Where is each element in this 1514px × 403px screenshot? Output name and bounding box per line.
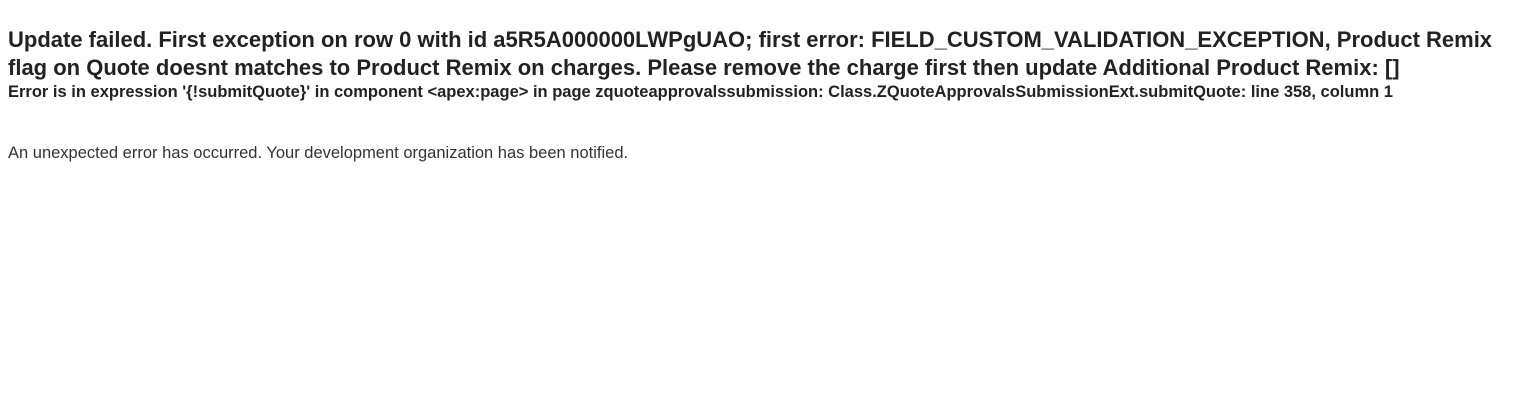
error-page: Update failed. First exception on row 0 … (0, 0, 1514, 163)
error-headline: Update failed. First exception on row 0 … (8, 27, 1493, 80)
error-notice: An unexpected error has occurred. Your d… (8, 144, 629, 162)
error-detail: Error is in expression '{!submitQuote}' … (8, 83, 1393, 101)
